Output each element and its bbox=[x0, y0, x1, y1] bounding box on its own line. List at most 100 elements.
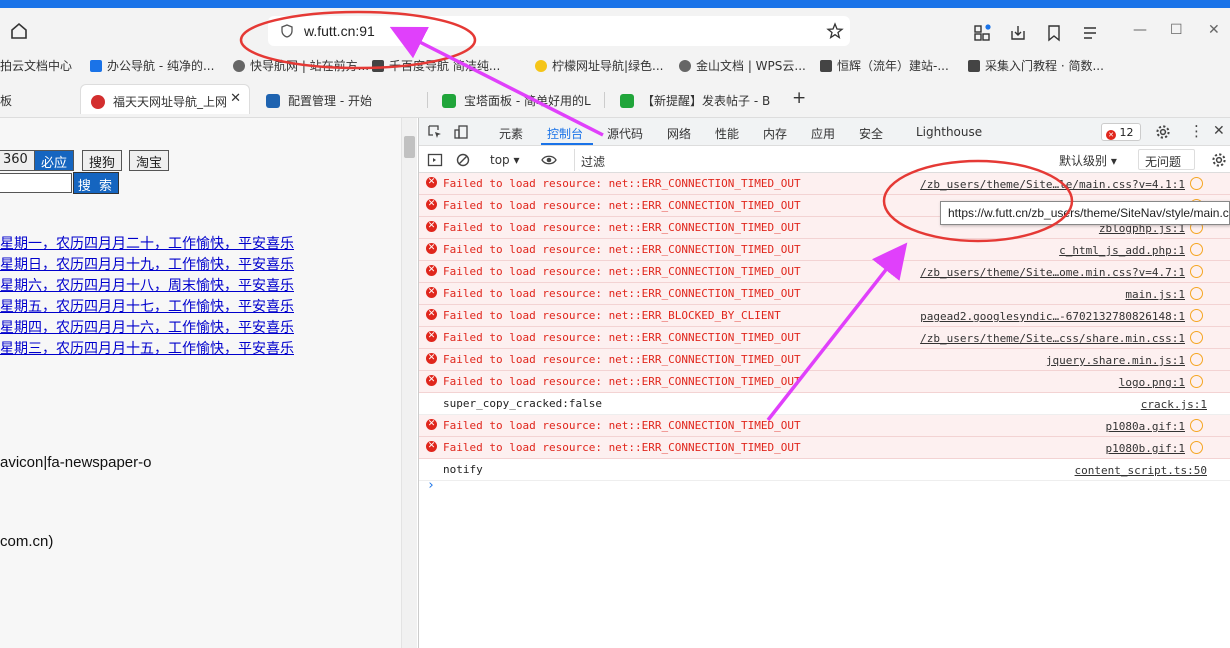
console-settings-icon[interactable] bbox=[1211, 152, 1227, 168]
download-icon[interactable] bbox=[1009, 24, 1027, 42]
bookmark-item[interactable]: 恒辉（流年）建站-... bbox=[820, 57, 949, 74]
console-source-link[interactable]: pagead2.googlesyndic…-6702132780826148:1 bbox=[920, 310, 1185, 323]
ai-explain-icon[interactable] bbox=[1190, 287, 1203, 300]
engine-button-bing[interactable]: 必应 bbox=[34, 150, 75, 171]
console-error-row[interactable]: ✕ Failed to load resource: net::ERR_CONNE… bbox=[419, 173, 1230, 195]
devtools-tab-memory[interactable]: 内存 bbox=[763, 125, 787, 142]
console-message-text: Failed to load resource: net::ERR_CONNEC… bbox=[443, 331, 801, 344]
tab-active[interactable]: 福天天网址导航_上网 ✕ bbox=[80, 84, 250, 114]
bookmark-item[interactable]: 采集入门教程 · 简数... bbox=[968, 57, 1104, 74]
ai-explain-icon[interactable] bbox=[1190, 331, 1203, 344]
date-link[interactable]: 星期六，农历四月月十八，周末愉快，平安喜乐 bbox=[0, 275, 294, 295]
bookmark-item[interactable]: 办公导航 - 纯净的... bbox=[90, 57, 214, 74]
scrollbar-thumb[interactable] bbox=[404, 136, 415, 158]
bookmark-item[interactable]: 拍云文档中心 bbox=[0, 57, 72, 74]
console-error-row[interactable]: ✕ Failed to load resource: net::ERR_CONNE… bbox=[419, 283, 1230, 305]
console-source-link[interactable]: crack.js:1 bbox=[1141, 398, 1207, 411]
search-button[interactable]: 搜 索 bbox=[73, 172, 119, 194]
tab-item[interactable]: 【新提醒】发表帖子 - B bbox=[620, 84, 770, 114]
error-count-badge[interactable]: ✕ 12 bbox=[1101, 123, 1141, 141]
sidebar-toggle-icon[interactable] bbox=[427, 152, 443, 168]
console-source-link[interactable]: main.js:1 bbox=[1125, 288, 1185, 301]
maximize-button[interactable]: ☐ bbox=[1170, 22, 1183, 38]
engine-button-360[interactable]: 360 bbox=[0, 150, 35, 171]
new-tab-button[interactable]: + bbox=[792, 88, 806, 108]
devtools-tab-security[interactable]: 安全 bbox=[859, 125, 883, 142]
bookmark-item[interactable]: 千百度导航 简洁纯... bbox=[372, 57, 500, 74]
engine-button-taobao[interactable]: 淘宝 bbox=[129, 150, 170, 171]
ai-explain-icon[interactable] bbox=[1190, 243, 1203, 256]
url-text[interactable]: w.futt.cn:91 bbox=[304, 23, 375, 39]
console-source-link[interactable]: jquery.share.min.js:1 bbox=[1046, 354, 1185, 367]
console-error-row[interactable]: ✕ Failed to load resource: net::ERR_CONNE… bbox=[419, 371, 1230, 393]
search-input[interactable] bbox=[0, 173, 72, 193]
console-log-row[interactable]: notify content_script.ts:50 bbox=[419, 459, 1230, 481]
tab-item[interactable]: 板 bbox=[0, 84, 12, 114]
ai-explain-icon[interactable] bbox=[1190, 441, 1203, 454]
date-link[interactable]: 星期日，农历四月月十九，工作愉快，平安喜乐 bbox=[0, 254, 294, 274]
console-error-row[interactable]: ✕ Failed to load resource: net::ERR_CONNE… bbox=[419, 327, 1230, 349]
devtools-tab-network[interactable]: 网络 bbox=[667, 125, 691, 142]
console-prompt[interactable]: › bbox=[427, 478, 435, 493]
console-error-row[interactable]: ✕ Failed to load resource: net::ERR_CONNE… bbox=[419, 349, 1230, 371]
date-link[interactable]: 星期五，农历四月月十七，工作愉快，平安喜乐 bbox=[0, 296, 294, 316]
bookmark-icon[interactable] bbox=[1045, 24, 1063, 42]
console-error-row[interactable]: ✕ Failed to load resource: net::ERR_CONNE… bbox=[419, 415, 1230, 437]
tab-item[interactable]: 配置管理 - 开始 bbox=[266, 84, 372, 114]
bookmark-item[interactable]: 金山文档 | WPS云... bbox=[679, 57, 806, 74]
context-selector[interactable]: top ▾ bbox=[490, 153, 520, 167]
clear-console-icon[interactable] bbox=[455, 152, 471, 168]
date-link[interactable]: 星期三，农历四月月十五，工作愉快，平安喜乐 bbox=[0, 338, 294, 358]
device-toolbar-icon[interactable] bbox=[453, 124, 469, 140]
bookmark-item[interactable]: 快导航网 | 站在前方... bbox=[233, 57, 369, 74]
console-log-row[interactable]: super_copy_cracked:false crack.js:1 bbox=[419, 393, 1230, 415]
date-link[interactable]: 星期一，农历四月月二十，工作愉快，平安喜乐 bbox=[0, 233, 294, 253]
ai-explain-icon[interactable] bbox=[1190, 375, 1203, 388]
menu-icon[interactable] bbox=[1081, 24, 1099, 42]
url-box[interactable]: w.futt.cn:91 bbox=[268, 16, 850, 46]
shield-icon[interactable] bbox=[280, 24, 294, 38]
devtools-tab-performance[interactable]: 性能 bbox=[715, 125, 739, 142]
console-error-row[interactable]: ✕ Failed to load resource: net::ERR_CONNE… bbox=[419, 239, 1230, 261]
ai-explain-icon[interactable] bbox=[1190, 177, 1203, 190]
console-error-row[interactable]: ✕ Failed to load resource: net::ERR_BLOCK… bbox=[419, 305, 1230, 327]
console-source-link[interactable]: content_script.ts:50 bbox=[1075, 464, 1207, 477]
console-source-link[interactable]: p1080b.gif:1 bbox=[1106, 442, 1185, 455]
engine-button-sogou[interactable]: 搜狗 bbox=[82, 150, 123, 171]
close-window-button[interactable]: ✕ bbox=[1208, 22, 1220, 38]
console-source-link[interactable]: /zb_users/theme/Site…le/main.css?v=4.1:1 bbox=[920, 178, 1185, 191]
issues-button[interactable]: 无问题 bbox=[1138, 149, 1195, 170]
devtools-tab-console[interactable]: 控制台 bbox=[547, 125, 583, 142]
tab-item[interactable]: 宝塔面板 - 简单好用的L bbox=[442, 84, 591, 114]
star-icon[interactable] bbox=[826, 22, 844, 40]
minimize-button[interactable]: — bbox=[1133, 22, 1147, 38]
settings-gear-icon[interactable] bbox=[1155, 124, 1171, 140]
ai-explain-icon[interactable] bbox=[1190, 419, 1203, 432]
console-source-link[interactable]: /zb_users/theme/Site…ome.min.css?v=4.7:1 bbox=[920, 266, 1185, 279]
extensions-icon[interactable] bbox=[973, 24, 991, 42]
log-levels-dropdown[interactable]: 默认级别 ▾ bbox=[1059, 152, 1117, 169]
devtools-tab-application[interactable]: 应用 bbox=[811, 125, 835, 142]
console-error-row[interactable]: ✕ Failed to load resource: net::ERR_CONNE… bbox=[419, 437, 1230, 459]
close-tab-icon[interactable]: ✕ bbox=[230, 91, 241, 106]
inspect-element-icon[interactable] bbox=[427, 124, 443, 140]
devtools-tab-elements[interactable]: 元素 bbox=[499, 125, 523, 142]
ai-explain-icon[interactable] bbox=[1190, 309, 1203, 322]
eye-icon[interactable] bbox=[541, 152, 557, 168]
devtools-tab-lighthouse[interactable]: Lighthouse bbox=[916, 125, 982, 139]
devtools-tab-sources[interactable]: 源代码 bbox=[607, 125, 643, 142]
console-error-row[interactable]: ✕ Failed to load resource: net::ERR_CONNE… bbox=[419, 261, 1230, 283]
ai-explain-icon[interactable] bbox=[1190, 265, 1203, 278]
filter-input[interactable]: 过滤 bbox=[574, 149, 1052, 171]
ai-explain-icon[interactable] bbox=[1190, 353, 1203, 366]
close-devtools-icon[interactable]: ✕ bbox=[1213, 123, 1225, 139]
home-icon[interactable] bbox=[8, 20, 30, 42]
date-link[interactable]: 星期四，农历四月月十六，工作愉快，平安喜乐 bbox=[0, 317, 294, 337]
bookmark-item[interactable]: 柠檬网址导航|绿色... bbox=[535, 57, 664, 74]
console-source-link[interactable]: logo.png:1 bbox=[1119, 376, 1185, 389]
more-options-icon[interactable]: ⋮ bbox=[1189, 122, 1204, 140]
console-source-link[interactable]: p1080a.gif:1 bbox=[1106, 420, 1185, 433]
console-source-link[interactable]: c_html_js_add.php:1 bbox=[1059, 244, 1185, 257]
page-scrollbar[interactable] bbox=[401, 118, 417, 648]
console-source-link[interactable]: /zb_users/theme/Site…css/share.min.css:1 bbox=[920, 332, 1185, 345]
